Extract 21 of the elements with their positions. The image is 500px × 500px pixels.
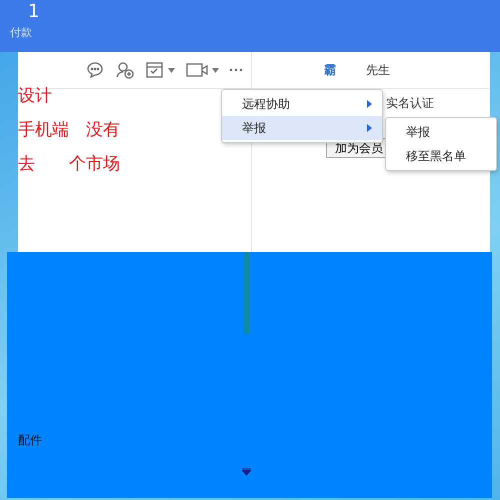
more-icon[interactable] [229, 68, 243, 72]
message-text: 设计 [18, 85, 52, 107]
contact-name: 霸 [324, 62, 336, 78]
accessories-label: 配件 [18, 432, 42, 449]
menu-item[interactable]: 举报 [222, 116, 382, 140]
payment-status: 付款 [9, 25, 33, 41]
chat-icon[interactable] [85, 60, 105, 80]
down-arrow-icon[interactable] [242, 468, 251, 476]
menu-item[interactable]: 远程协助 [222, 92, 382, 116]
caret-icon[interactable] [212, 68, 219, 72]
scrollbar-thumb[interactable] [244, 252, 250, 334]
submenu-arrow-icon [367, 100, 372, 108]
checklist-icon[interactable] [145, 60, 165, 80]
caret-icon[interactable] [168, 68, 175, 72]
message-text: 手机端 没有 [18, 119, 120, 141]
add-person-icon[interactable] [115, 60, 135, 80]
contact-title: 先生 [366, 62, 390, 78]
message-text: 去 个市场 [18, 153, 120, 175]
submenu-arrow-icon [367, 124, 372, 132]
verification-label: 实名认证 [386, 95, 434, 112]
order-count: 1 [27, 0, 40, 24]
